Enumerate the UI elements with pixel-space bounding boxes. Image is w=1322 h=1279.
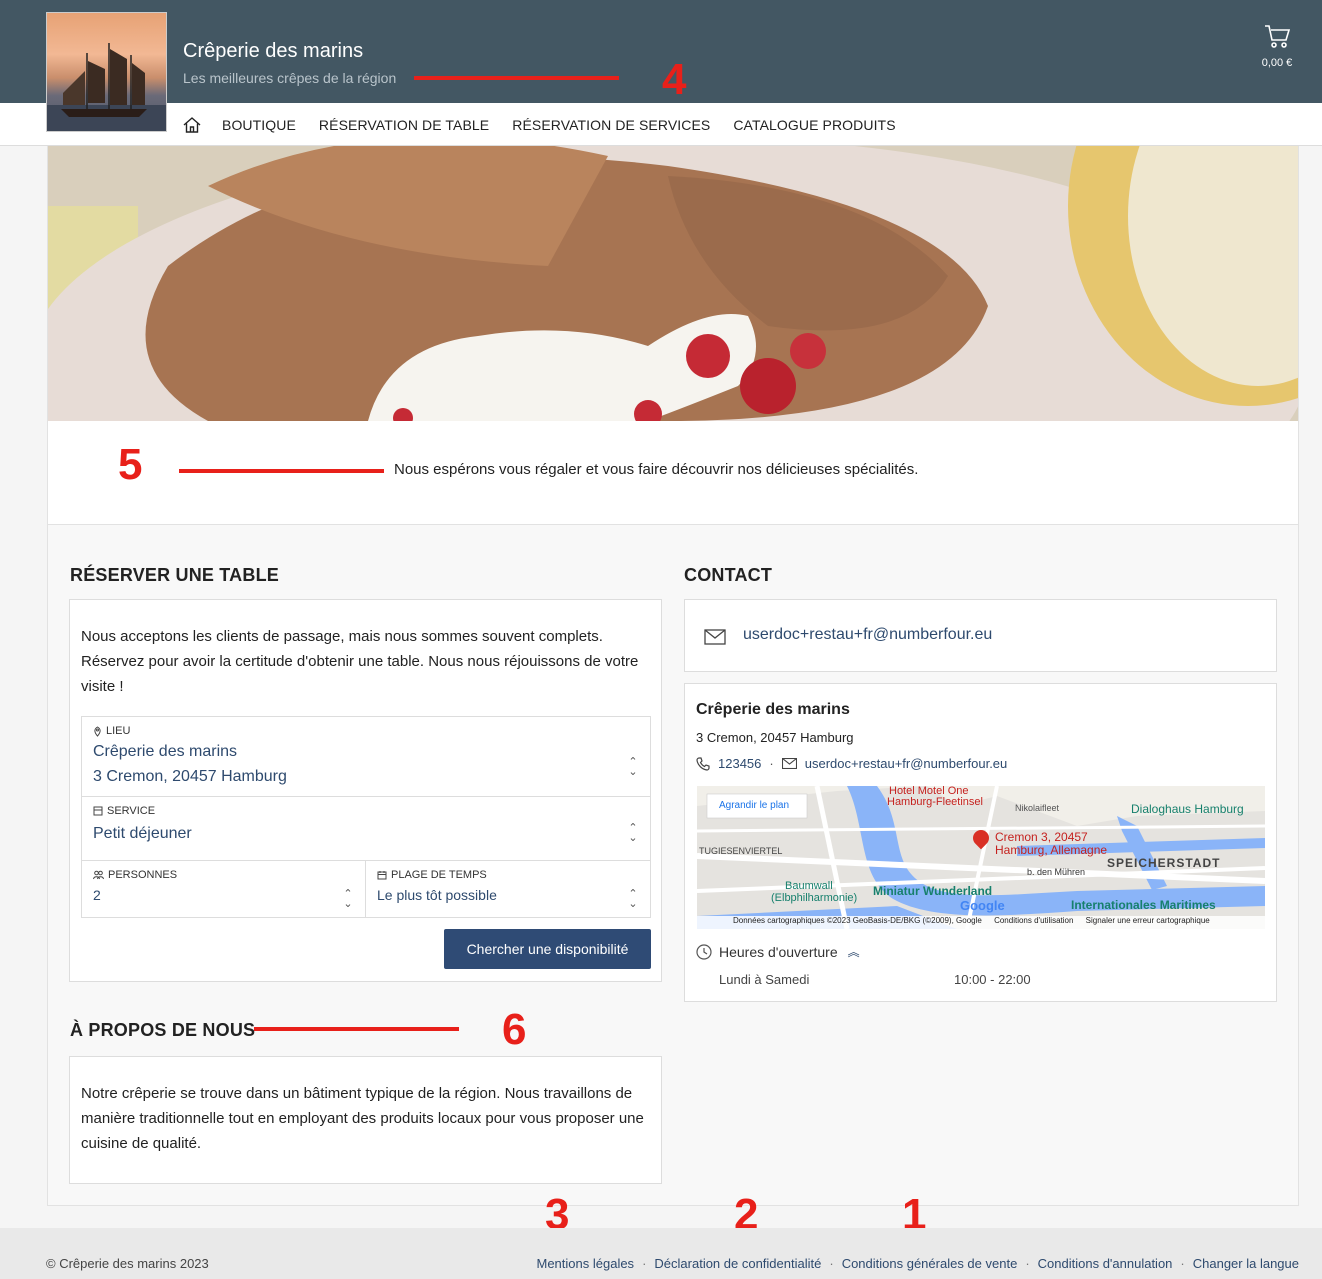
- search-availability-button[interactable]: Chercher une disponibilité: [444, 929, 651, 969]
- cart-total: 0,00 €: [1261, 57, 1293, 69]
- timeslot-label: PLAGE DE TEMPS: [391, 869, 487, 881]
- mail-icon: [781, 758, 797, 769]
- map-label: Internationales Maritimes: [1071, 898, 1216, 912]
- about-card: Notre crêperie se trouve dans un bâtimen…: [69, 1056, 662, 1184]
- opening-hours-toggle[interactable]: Heures d'ouverture ︽: [696, 943, 860, 960]
- location-map[interactable]: Agrandir le plan Hotel Motel One Hamburg…: [697, 786, 1265, 929]
- about-text: Notre crêperie se trouve dans un bâtimen…: [81, 1085, 644, 1152]
- footer-link-terms[interactable]: Conditions générales de vente: [842, 1256, 1018, 1271]
- home-icon[interactable]: [182, 115, 202, 135]
- chevron-updown-icon: ⌃ ⌄: [628, 888, 638, 910]
- chevron-up-icon: ︽: [847, 945, 860, 959]
- chevron-updown-icon: ⌃ ⌄: [628, 756, 638, 778]
- footer-links: Mentions légales · Déclaration de confid…: [536, 1256, 1300, 1271]
- footer-link-privacy[interactable]: Déclaration de confidentialité: [654, 1256, 821, 1271]
- reserve-intro-text: Nous acceptons les clients de passage, m…: [81, 628, 639, 695]
- hours-days: Lundi à Samedi: [719, 972, 810, 987]
- google-logo: Google: [960, 898, 1005, 913]
- location-email-link[interactable]: userdoc+restau+fr@numberfour.eu: [805, 756, 1008, 771]
- marker-line-5: [179, 469, 384, 473]
- map-label: SPEICHERSTADT: [1107, 856, 1221, 870]
- service-select[interactable]: SERVICE Petit déjeuner ⌃ ⌄: [82, 797, 650, 861]
- service-label: SERVICE: [107, 805, 156, 817]
- contact-email-link[interactable]: userdoc+restau+fr@numberfour.eu: [743, 626, 992, 644]
- nav-item-boutique[interactable]: BOUTIQUE: [222, 117, 296, 133]
- mail-icon: [704, 629, 726, 645]
- main-navigation: BOUTIQUE RÉSERVATION DE TABLE RÉSERVATIO…: [0, 103, 1322, 146]
- map-report-link[interactable]: Signaler une erreur cartographique: [1086, 916, 1210, 925]
- copyright-text: © Crêperie des marins 2023: [46, 1256, 209, 1271]
- map-label: Nikolaifleet: [1015, 803, 1060, 813]
- map-terms-link[interactable]: Conditions d'utilisation: [994, 916, 1073, 925]
- chevron-updown-icon: ⌃ ⌄: [343, 888, 353, 910]
- marker-number-6: 6: [502, 1005, 527, 1054]
- about-section-title: À PROPOS DE NOUS: [70, 1020, 256, 1040]
- nav-item-catalogue[interactable]: CATALOGUE PRODUITS: [733, 117, 895, 133]
- welcome-text: Nous espérons vous régaler et vous faire…: [394, 461, 919, 478]
- footer-link-cancellation[interactable]: Conditions d'annulation: [1038, 1256, 1173, 1271]
- footer-link-language[interactable]: Changer la langue: [1193, 1256, 1299, 1271]
- opening-hours-title: Heures d'ouverture: [719, 943, 838, 960]
- map-pin-label: Hamburg, Allemagne: [995, 843, 1108, 857]
- marker-line-4: [414, 76, 619, 80]
- map-label: (Elbphilharmonie): [771, 892, 858, 904]
- contact-section-title: CONTACT: [684, 565, 773, 585]
- cart-button[interactable]: 0,00 €: [1252, 22, 1302, 69]
- location-select[interactable]: LIEU Crêperie des marins 3 Cremon, 20457…: [82, 717, 650, 797]
- map-attribution: Données cartographiques ©2023 GeoBasis-D…: [733, 916, 982, 925]
- page-footer: © Crêperie des marins 2023 Mentions léga…: [0, 1228, 1322, 1279]
- top-header: Crêperie des marins Les meilleures crêpe…: [0, 0, 1322, 103]
- map-attribution-bar: Données cartographiques ©2023 GeoBasis-D…: [697, 916, 1265, 929]
- reserve-section-title: RÉSERVER UNE TABLE: [70, 565, 279, 585]
- map-label: b. den Mühren: [1027, 867, 1086, 877]
- location-value-name: Crêperie des marins: [93, 743, 238, 760]
- nav-item-table-reservation[interactable]: RÉSERVATION DE TABLE: [319, 117, 489, 133]
- persons-label: PERSONNES: [108, 869, 178, 881]
- map-pin-label: Cremon 3, 20457: [995, 830, 1088, 844]
- cart-icon: [1265, 25, 1291, 48]
- ship-logo[interactable]: [46, 12, 167, 132]
- marker-number-5: 5: [118, 440, 143, 489]
- timeslot-select[interactable]: PLAGE DE TEMPS Le plus tôt possible ⌃ ⌄: [366, 861, 650, 917]
- welcome-section: Nous espérons vous régaler et vous faire…: [48, 421, 1298, 525]
- people-icon: [93, 870, 104, 880]
- hours-time: 10:00 - 22:00: [954, 972, 1031, 987]
- persons-select[interactable]: PERSONNES 2 ⌃ ⌄: [82, 861, 366, 917]
- chevron-updown-icon: ⌃ ⌄: [628, 822, 638, 844]
- location-pin-icon: [94, 725, 101, 737]
- site-title[interactable]: Crêperie des marins: [183, 40, 363, 63]
- reservation-form: LIEU Crêperie des marins 3 Cremon, 20457…: [81, 716, 651, 918]
- marker-number-4: 4: [662, 55, 687, 104]
- service-value: Petit déjeuner: [93, 825, 192, 842]
- place-name: Crêperie des marins: [696, 701, 850, 718]
- enlarge-map-link[interactable]: Agrandir le plan: [719, 800, 789, 811]
- marker-line-6: [254, 1027, 459, 1031]
- phone-link[interactable]: 123456: [718, 756, 761, 771]
- map-label: Dialoghaus Hamburg: [1131, 802, 1244, 816]
- service-icon: [93, 806, 103, 816]
- map-label: Miniatur Wunderland: [873, 884, 993, 898]
- map-label: TUGIESENVIERTEL: [699, 846, 783, 856]
- footer-link-legal[interactable]: Mentions légales: [537, 1256, 635, 1271]
- place-address: 3 Cremon, 20457 Hamburg: [696, 730, 854, 745]
- calendar-icon: [377, 871, 387, 880]
- persons-value: 2: [93, 887, 101, 903]
- hero-image: [48, 146, 1298, 421]
- opening-hours-row: Lundi à Samedi 10:00 - 22:00: [719, 972, 1279, 987]
- map-label: Baumwall: [785, 880, 833, 892]
- contact-email-card: userdoc+restau+fr@numberfour.eu: [684, 599, 1277, 672]
- clock-icon: [696, 943, 712, 960]
- nav-item-service-reservation[interactable]: RÉSERVATION DE SERVICES: [512, 117, 710, 133]
- location-label: LIEU: [106, 725, 131, 737]
- location-value-address: 3 Cremon, 20457 Hamburg: [93, 768, 287, 785]
- map-label: Hamburg-Fleetinsel: [887, 796, 983, 808]
- reserve-card: Nous acceptons les clients de passage, m…: [69, 599, 662, 982]
- phone-icon: [696, 756, 710, 771]
- location-card: Crêperie des marins 3 Cremon, 20457 Hamb…: [684, 683, 1277, 1002]
- timeslot-value: Le plus tôt possible: [377, 887, 497, 903]
- site-subtitle: Les meilleures crêpes de la région: [183, 70, 397, 86]
